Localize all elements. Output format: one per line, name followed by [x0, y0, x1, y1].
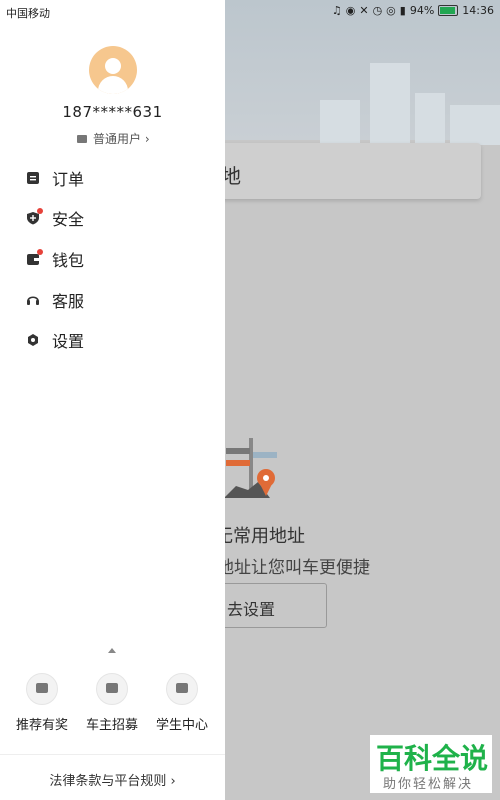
app-screen: 地 无常用地址 地址让您叫车更便捷 去设置 187*****631 普通用户 › — [0, 0, 500, 800]
menu-item-security[interactable]: 安全 — [26, 203, 84, 233]
signal-icon: ▮ — [399, 4, 406, 17]
menu-item-wallet[interactable]: 钱包 — [26, 244, 84, 274]
menu-label-security: 安全 — [52, 210, 85, 229]
member-card-icon — [77, 134, 87, 143]
user-type-link[interactable]: 普通用户 › — [77, 130, 150, 147]
menu-item-settings[interactable]: 设置 — [26, 325, 84, 355]
gear-icon — [26, 333, 40, 347]
menu-label-settings: 设置 — [52, 332, 85, 351]
location-icon: ◉ — [345, 4, 356, 17]
carrier-name: 中国移动 — [6, 7, 50, 20]
signpost-pin-illustration — [222, 438, 282, 500]
promo-label-student-center: 学生中心 — [155, 718, 208, 733]
expand-up-arrow-icon[interactable] — [108, 648, 116, 653]
headset-icon — [26, 293, 40, 307]
avatar[interactable] — [89, 46, 137, 94]
promo-driver-recruit[interactable]: 车主招募 — [77, 673, 147, 733]
side-drawer: 187*****631 普通用户 › 订单 安全 钱包 客服 设置 推荐有奖 车… — [0, 0, 225, 800]
driver-icon — [96, 673, 128, 705]
legal-terms-link[interactable]: 法律条款与平台规则 › — [0, 770, 225, 789]
clock-time: 14:36 — [462, 4, 494, 17]
battery-percent: 94% — [409, 4, 435, 17]
wallet-notification-dot — [37, 249, 43, 255]
status-icons: ♫ ◉ ✕ ◷ ◎ ▮ 94% 14:36 — [332, 4, 494, 17]
menu-label-orders: 订单 — [52, 170, 85, 189]
alarm-icon: ◷ — [372, 4, 383, 17]
headphones-icon: ♫ — [331, 4, 342, 17]
empty-state-subtitle: 地址让您叫车更便捷 — [217, 558, 370, 578]
menu-label-support: 客服 — [52, 292, 85, 311]
drawer-divider — [0, 754, 225, 755]
promo-referral[interactable]: 推荐有奖 — [7, 673, 77, 733]
battery-icon — [438, 5, 459, 16]
go-settings-label: 去设置 — [227, 600, 276, 619]
promo-student-center[interactable]: 学生中心 — [147, 673, 217, 733]
graduation-cap-icon — [166, 673, 198, 705]
menu-item-support[interactable]: 客服 — [26, 285, 84, 315]
promo-label-referral: 推荐有奖 — [15, 718, 68, 733]
watermark-logo: 百科全说 助你轻松解决 — [370, 735, 492, 793]
menu-label-wallet: 钱包 — [52, 251, 85, 270]
menu-item-orders[interactable]: 订单 — [26, 163, 84, 193]
user-type-label: 普通用户 › — [93, 132, 150, 146]
user-phone-number: 187*****631 — [62, 103, 163, 121]
wallet-icon — [26, 249, 43, 266]
eye-icon: ◎ — [386, 4, 396, 17]
shield-icon — [26, 208, 43, 225]
mute-icon: ✕ — [359, 4, 369, 17]
security-notification-dot — [37, 208, 43, 214]
city-skyline-illustration — [300, 55, 500, 145]
status-bar: 中国移动 ♫ ◉ ✕ ◷ ◎ ▮ 94% 14:36 — [0, 0, 500, 24]
order-icon — [26, 171, 40, 185]
watermark-main-text: 百科全说 — [376, 742, 489, 775]
promo-label-driver-recruit: 车主招募 — [85, 718, 138, 733]
gift-icon — [26, 673, 58, 705]
watermark-sub-text: 助你轻松解决 — [383, 777, 474, 792]
empty-state-title: 无常用地址 — [215, 526, 305, 547]
